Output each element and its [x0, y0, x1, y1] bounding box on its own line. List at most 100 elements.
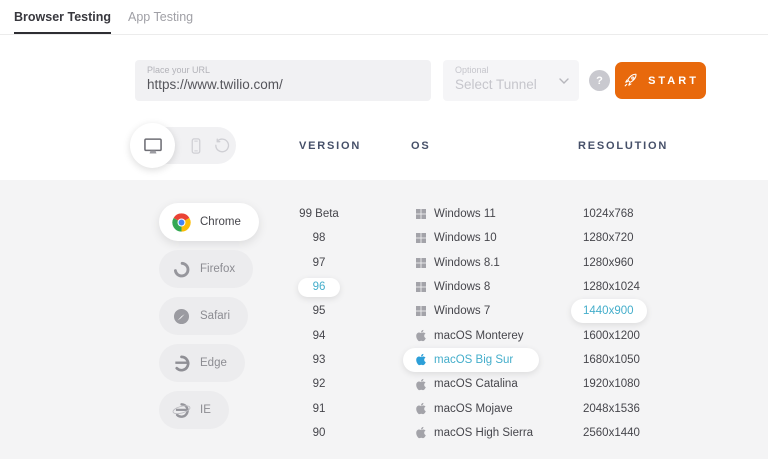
os-label: Windows 10 [434, 232, 497, 245]
version-92[interactable]: 92 [269, 372, 369, 396]
windows-icon [415, 209, 426, 220]
desktop-icon [142, 135, 164, 157]
os-label: Windows 8 [434, 281, 491, 294]
mobile-icon [186, 136, 206, 156]
device-mobile-button[interactable] [186, 127, 206, 164]
version-label: 93 [312, 353, 326, 366]
resolution-1440x900[interactable]: 1440x900 [571, 299, 647, 324]
resolution-label: 1280x720 [583, 232, 634, 245]
tunnel-select[interactable]: Optional Select Tunnel [443, 60, 579, 101]
os-macos-catalina[interactable]: macOS Catalina [403, 372, 573, 396]
version-97[interactable]: 97 [269, 251, 369, 275]
resolution-1280x720[interactable]: 1280x720 [571, 226, 691, 250]
apple-icon [415, 329, 426, 342]
browser-label: Edge [200, 357, 227, 369]
resolution-1280x1024[interactable]: 1280x1024 [571, 275, 691, 299]
version-91[interactable]: 91 [269, 396, 369, 420]
chevron-down-icon [559, 78, 569, 84]
history-button[interactable] [212, 127, 232, 164]
tab-app-testing[interactable]: App Testing [128, 0, 193, 34]
apple-icon [415, 402, 426, 415]
resolution-1024x768[interactable]: 1024x768 [571, 202, 691, 226]
resolution-label: 2048x1536 [583, 402, 640, 415]
browser-edge[interactable]: Edge [159, 344, 245, 382]
resolution-1680x1050[interactable]: 1680x1050 [571, 348, 691, 372]
os-windows-8[interactable]: Windows 8 [403, 275, 573, 299]
version-95[interactable]: 95 [269, 299, 369, 323]
windows-icon [415, 306, 426, 317]
apple-icon [415, 426, 426, 439]
os-label: macOS Catalina [434, 378, 518, 391]
version-90[interactable]: 90 [269, 421, 369, 445]
tunnel-label: Optional [455, 65, 489, 75]
url-field-label: Place your URL [147, 65, 211, 75]
os-macos-monterey[interactable]: macOS Monterey [403, 323, 573, 347]
os-label: macOS Big Sur [434, 353, 514, 366]
configuration-panel: Chrome Firefox Safari Edge IE 99 Beta 98 97 96 9… [0, 180, 768, 459]
resolution-label: 1920x1080 [583, 378, 640, 391]
column-header-resolution: RESOLUTION [578, 140, 669, 152]
version-94[interactable]: 94 [269, 323, 369, 347]
resolution-1920x1080[interactable]: 1920x1080 [571, 372, 691, 396]
start-button-label: START [648, 74, 699, 87]
version-label: 97 [312, 256, 326, 269]
resolution-2048x1536[interactable]: 2048x1536 [571, 396, 691, 420]
safari-icon [172, 307, 191, 326]
rocket-icon [622, 72, 639, 89]
chrome-icon [172, 212, 191, 232]
version-98[interactable]: 98 [269, 226, 369, 250]
resolution-1600x1200[interactable]: 1600x1200 [571, 323, 691, 347]
resolution-label: 1280x1024 [583, 281, 640, 294]
browser-label: Safari [200, 310, 231, 322]
tab-browser-testing[interactable]: Browser Testing [14, 0, 112, 34]
os-windows-7[interactable]: Windows 7 [403, 299, 573, 323]
resolution-label: 1600x1200 [583, 329, 640, 342]
browser-label: IE [200, 404, 211, 416]
os-label: Windows 7 [434, 305, 491, 318]
os-macos-mojave[interactable]: macOS Mojave [403, 396, 573, 420]
os-label: Windows 8.1 [434, 256, 500, 269]
windows-icon [415, 257, 426, 268]
version-96[interactable]: 96 [269, 275, 369, 299]
version-93[interactable]: 93 [269, 348, 369, 372]
os-label: macOS Mojave [434, 402, 513, 415]
version-list: 99 Beta 98 97 96 95 94 93 92 91 90 [269, 202, 369, 445]
os-macos-high-sierra[interactable]: macOS High Sierra [403, 421, 573, 445]
os-macos-big-sur[interactable]: macOS Big Sur [403, 347, 540, 373]
ie-icon [172, 401, 191, 420]
help-icon[interactable]: ? [589, 70, 610, 91]
os-label: Windows 11 [434, 208, 496, 221]
firefox-icon [172, 260, 191, 279]
browser-ie[interactable]: IE [159, 391, 229, 429]
os-label: macOS High Sierra [434, 426, 534, 439]
resolution-1280x960[interactable]: 1280x960 [571, 251, 691, 275]
resolution-label: 1280x960 [583, 256, 634, 269]
browser-chrome[interactable]: Chrome [159, 203, 259, 241]
start-button[interactable]: START [615, 62, 706, 99]
tunnel-value: Select Tunnel [455, 77, 537, 92]
browser-firefox[interactable]: Firefox [159, 250, 254, 288]
os-windows-10[interactable]: Windows 10 [403, 226, 573, 250]
version-label: 96 [297, 277, 341, 297]
edge-icon [172, 354, 191, 373]
column-header-version: VERSION [299, 140, 362, 152]
url-input[interactable] [147, 76, 419, 93]
version-99-beta[interactable]: 99 Beta [269, 202, 369, 226]
column-header-os: OS [411, 140, 431, 152]
history-icon [212, 136, 232, 156]
version-label: 94 [312, 329, 326, 342]
apple-icon [415, 378, 426, 391]
os-windows-11[interactable]: Windows 11 [403, 202, 573, 226]
device-desktop-button[interactable] [130, 123, 175, 168]
url-field[interactable]: Place your URL [135, 60, 431, 101]
version-label: 95 [312, 305, 326, 318]
os-label: macOS Monterey [434, 329, 524, 342]
resolution-label: 1680x1050 [583, 353, 640, 366]
resolution-2560x1440[interactable]: 2560x1440 [571, 421, 691, 445]
resolution-list: 1024x768 1280x720 1280x960 1280x1024 1440x90… [571, 202, 691, 445]
tab-bar: Browser Testing App Testing [0, 0, 768, 35]
browser-label: Chrome [200, 216, 241, 228]
os-windows-8-1[interactable]: Windows 8.1 [403, 251, 573, 275]
browser-safari[interactable]: Safari [159, 297, 249, 335]
version-label: 90 [312, 426, 326, 439]
